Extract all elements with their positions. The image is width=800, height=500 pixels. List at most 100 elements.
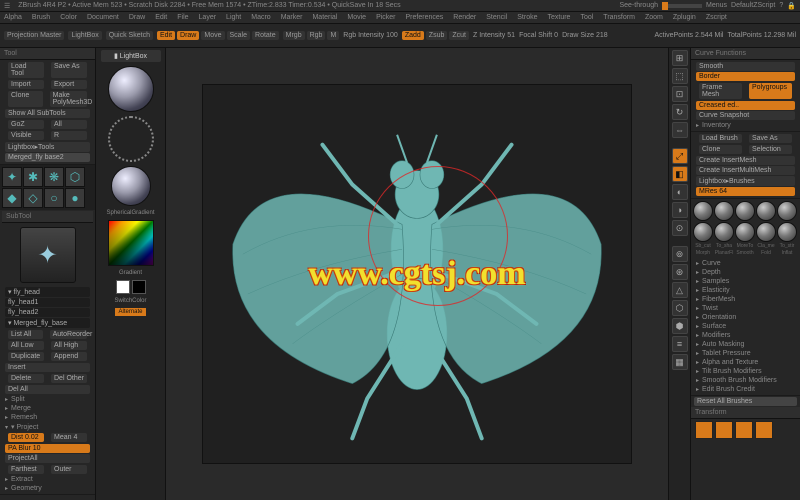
make-polymesh-button[interactable]: Make PolyMesh3D (50, 91, 87, 107)
menu-material[interactable]: Material (312, 14, 337, 21)
tool-thumb-0[interactable]: ✦ (2, 167, 22, 187)
lightbox-button[interactable]: LightBox (68, 31, 101, 40)
transform-btn-1[interactable] (695, 421, 713, 439)
menu-edit[interactable]: Edit (155, 14, 167, 21)
brush-section-tablet-pressure[interactable]: Tablet Pressure (693, 349, 798, 358)
edit-mode-button[interactable]: Edit (157, 31, 175, 40)
color-picker[interactable] (108, 220, 154, 266)
menu-document[interactable]: Document (87, 14, 119, 21)
subtool-item-3[interactable]: ▾ Merged_fly_base (5, 318, 90, 328)
menu-render[interactable]: Render (453, 14, 476, 21)
zcut-button[interactable]: Zcut (449, 31, 469, 40)
stroke-icon[interactable] (108, 116, 154, 162)
shelf-icon-5[interactable]: ⤢ (672, 148, 688, 164)
menu-alpha[interactable]: Alpha (4, 14, 22, 21)
menu-picker[interactable]: Picker (376, 14, 395, 21)
import-button[interactable]: Import (8, 80, 44, 89)
menu-movie[interactable]: Movie (347, 14, 366, 21)
help-icon[interactable]: ? (779, 2, 783, 9)
menu-macro[interactable]: Macro (251, 14, 270, 21)
brush-section-modifiers[interactable]: Modifiers (693, 331, 798, 340)
insert-button[interactable]: Insert (5, 363, 90, 372)
creased-button[interactable]: Creased ed.. (696, 101, 795, 110)
shelf-lightbox-button[interactable]: ▮ LightBox (101, 50, 161, 62)
zadd-button[interactable]: Zadd (402, 31, 424, 40)
brush-thumb-3[interactable] (756, 201, 776, 221)
project-all-button[interactable]: ProjectAll (5, 454, 90, 463)
shelf-icon-11[interactable]: ⊛ (672, 264, 688, 280)
tool-thumb-5[interactable]: ◇ (23, 188, 43, 208)
shelf-icon-10[interactable]: ⊚ (672, 246, 688, 262)
del-other-button[interactable]: Del Other (51, 374, 87, 383)
shelf-icon-9[interactable]: ⊙ (672, 220, 688, 236)
switchcolor-button[interactable]: SwitchColor (114, 298, 146, 304)
menu-layer[interactable]: Layer (199, 14, 217, 21)
brush-selection-button[interactable]: Selection (749, 145, 792, 154)
menu-marker[interactable]: Marker (281, 14, 303, 21)
brush-section-orientation[interactable]: Orientation (693, 313, 798, 322)
brush-thumb-7[interactable] (735, 222, 755, 242)
menu-tool[interactable]: Tool (580, 14, 593, 21)
move-mode-button[interactable]: Move (201, 31, 224, 40)
brush-section-fibermesh[interactable]: FiberMesh (693, 295, 798, 304)
brush-section-smooth-brush-modifiers[interactable]: Smooth Brush Modifiers (693, 376, 798, 385)
brush-section-tilt-brush-modifiers[interactable]: Tilt Brush Modifiers (693, 367, 798, 376)
autoreorder-button[interactable]: AutoReorder (50, 330, 87, 339)
transform-btn-4[interactable] (755, 421, 773, 439)
pa-blur-slider[interactable]: PA Blur 10 (5, 444, 90, 453)
goz-button[interactable]: GoZ (8, 120, 44, 129)
material-icon[interactable] (111, 166, 151, 206)
brush-thumb-0[interactable] (693, 201, 713, 221)
transform-btn-2[interactable] (715, 421, 733, 439)
export-button[interactable]: Export (51, 80, 87, 89)
shelf-icon-14[interactable]: ⬢ (672, 318, 688, 334)
canvas[interactable]: www.cgtsj.com (202, 84, 632, 464)
menu-zscript[interactable]: Zscript (706, 14, 727, 21)
all-low-button[interactable]: All Low (8, 341, 44, 350)
project-section[interactable]: ▾ Project (2, 422, 93, 432)
tool-thumb-6[interactable]: ○ (44, 188, 64, 208)
reset-all-brushes-button[interactable]: Reset All Brushes (694, 397, 797, 406)
z-intensity-value[interactable]: 51 (507, 32, 515, 39)
lightbox-tools-button[interactable]: Lightbox▸Tools (5, 142, 90, 152)
brush-section-twist[interactable]: Twist (693, 304, 798, 313)
brush-thumb-4[interactable] (777, 201, 797, 221)
menu-preferences[interactable]: Preferences (406, 14, 444, 21)
delete-button[interactable]: Delete (8, 374, 44, 383)
secondary-color-swatch[interactable] (132, 280, 146, 294)
append-button[interactable]: Append (51, 352, 87, 361)
mrgb-button[interactable]: Mrgb (283, 31, 305, 40)
quick-sketch-button[interactable]: Quick Sketch (106, 31, 153, 40)
shelf-icon-7[interactable]: ◐ (672, 184, 688, 200)
gradient-label[interactable]: Gradient (119, 270, 142, 276)
projection-master-button[interactable]: Projection Master (4, 31, 64, 40)
menu-transform[interactable]: Transform (603, 14, 635, 21)
rotate-mode-button[interactable]: Rotate (252, 31, 279, 40)
geometry-section[interactable]: Geometry (2, 484, 93, 493)
hamburger-icon[interactable]: ☰ (4, 2, 10, 10)
del-all-button[interactable]: Del All (5, 385, 90, 394)
brush-section-alpha-and-texture[interactable]: Alpha and Texture (693, 358, 798, 367)
shelf-icon-13[interactable]: ⬡ (672, 300, 688, 316)
curve-snapshot-button[interactable]: Curve Snapshot (696, 111, 795, 120)
tool-thumb-4[interactable]: ◆ (2, 188, 22, 208)
focal-shift-value[interactable]: 0 (554, 32, 558, 39)
shelf-icon-1[interactable]: ⬚ (672, 68, 688, 84)
tool-thumb-7[interactable]: ● (65, 188, 85, 208)
clone-button[interactable]: Clone (8, 91, 43, 107)
brush-thumb-2[interactable] (735, 201, 755, 221)
shelf-icon-2[interactable]: ⊡ (672, 86, 688, 102)
menu-stroke[interactable]: Stroke (517, 14, 537, 21)
subtool-item-1[interactable]: fly_head1 (5, 298, 90, 307)
brush-section-samples[interactable]: Samples (693, 277, 798, 286)
curve-border-button[interactable]: Border (696, 72, 795, 81)
default-zscript-button[interactable]: DefaultZScript (731, 2, 775, 9)
frame-mesh-button[interactable]: Frame Mesh (699, 83, 742, 99)
split-section[interactable]: Split (2, 395, 93, 404)
brush-section-edit-brush-credit[interactable]: Edit Brush Credit (693, 385, 798, 394)
duplicate-button[interactable]: Duplicate (8, 352, 44, 361)
goz-visible-button[interactable]: Visible (8, 131, 44, 140)
extract-section[interactable]: Extract (2, 475, 93, 484)
shelf-icon-15[interactable]: ≡ (672, 336, 688, 352)
farthest-button[interactable]: Farthest (8, 465, 44, 474)
